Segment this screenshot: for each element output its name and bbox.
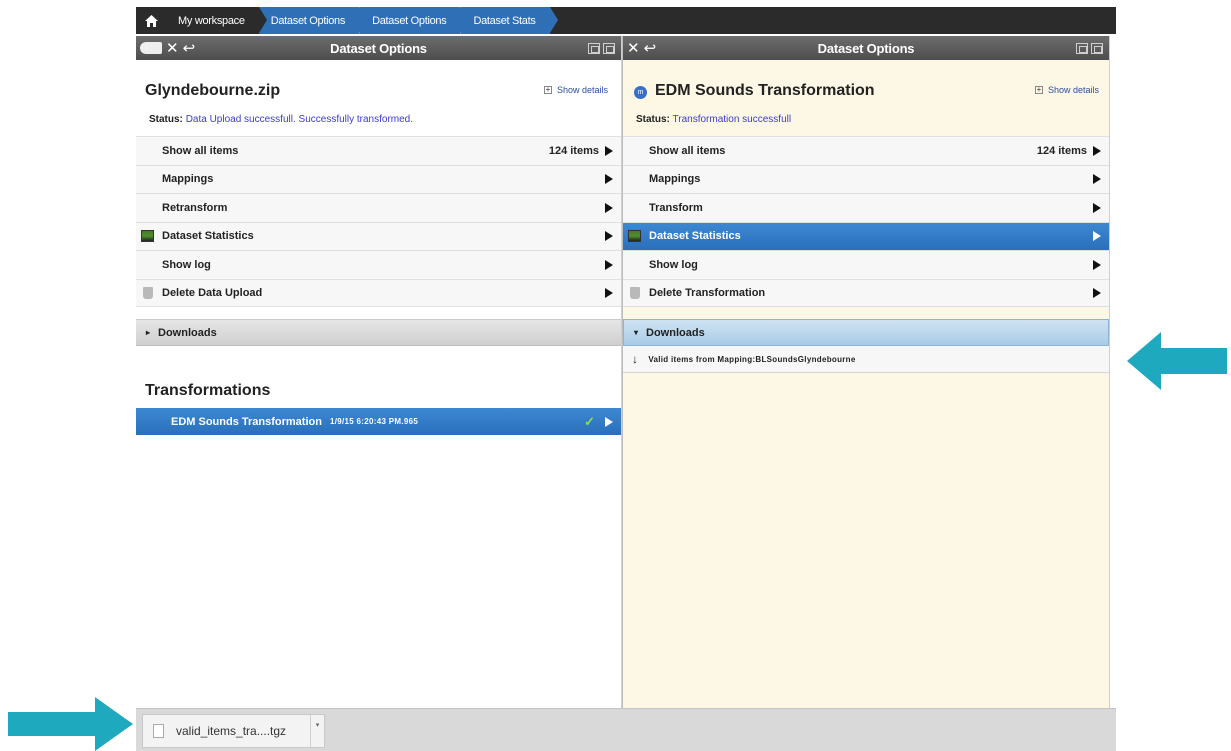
menu-transform[interactable]: Transform xyxy=(623,193,1109,222)
show-details-link[interactable]: + Show details xyxy=(1034,85,1099,95)
left-menu: Show all items 124 items Mappings Retran… xyxy=(136,136,621,307)
menu-show-all-items[interactable]: Show all items 124 items xyxy=(136,136,621,165)
transformations-title: Transformations xyxy=(145,382,271,399)
menu-dataset-statistics[interactable]: Dataset Statistics xyxy=(623,221,1109,250)
breadcrumb-my-workspace[interactable]: My workspace xyxy=(166,7,267,34)
checkmark-icon: ✓ xyxy=(584,413,595,429)
maximize-icon[interactable] xyxy=(588,42,600,54)
dataset-name: Glyndebourne.zip xyxy=(145,82,281,99)
popout-icon[interactable] xyxy=(1091,42,1103,54)
breadcrumb-dataset-options-1[interactable]: Dataset Options xyxy=(258,7,368,34)
menu-show-log[interactable]: Show log xyxy=(136,250,621,279)
breadcrumb-dataset-stats[interactable]: Dataset Stats xyxy=(460,7,558,34)
arrow-right-icon xyxy=(605,416,613,427)
menu-delete-data-upload[interactable]: Delete Data Upload xyxy=(136,278,621,307)
right-pointing-arrow-icon xyxy=(8,697,133,751)
trash-icon xyxy=(630,286,640,299)
tag-icon[interactable] xyxy=(140,42,162,54)
arrow-right-icon xyxy=(605,145,613,156)
caret-right-icon: ▸ xyxy=(146,328,151,337)
menu-delete-transformation[interactable]: Delete Transformation xyxy=(623,278,1109,307)
arrow-right-icon xyxy=(605,202,613,213)
popout-icon[interactable] xyxy=(603,42,615,54)
transformation-title: EDM Sounds Transformation xyxy=(655,82,875,99)
downloads-toggle[interactable]: ▾ Downloads xyxy=(623,319,1109,346)
undo-icon[interactable]: ↩ xyxy=(183,41,196,56)
caret-down-icon: ▾ xyxy=(634,328,639,337)
items-count: 124 items xyxy=(548,144,599,157)
right-panel: ✕ ↩ Dataset Options m EDM Sounds Transfo… xyxy=(622,36,1110,708)
download-arrow-icon: ↓ xyxy=(632,352,639,366)
maximize-icon[interactable] xyxy=(1076,42,1088,54)
menu-dataset-statistics[interactable]: Dataset Statistics xyxy=(136,221,621,250)
file-name: valid_items_tra....tgz xyxy=(176,724,287,738)
breadcrumb-dataset-options-2[interactable]: Dataset Options xyxy=(359,7,469,34)
transformation-item[interactable]: EDM Sounds Transformation 1/9/15 6:20:43… xyxy=(136,408,621,435)
right-panel-title: Dataset Options xyxy=(817,40,915,56)
status-line: Status: Data Upload successfull. Success… xyxy=(149,114,414,125)
file-icon xyxy=(153,724,164,738)
arrow-right-icon xyxy=(1093,259,1101,270)
arrow-right-icon xyxy=(605,259,613,270)
menu-mappings[interactable]: Mappings xyxy=(623,164,1109,193)
transformation-icon: m xyxy=(634,86,647,99)
arrow-right-icon xyxy=(1093,145,1101,156)
left-panel: ✕ ↩ Dataset Options Glyndebourne.zip + S… xyxy=(136,36,622,708)
menu-show-log[interactable]: Show log xyxy=(623,250,1109,279)
undo-icon[interactable]: ↩ xyxy=(644,41,657,56)
left-panel-header: ✕ ↩ Dataset Options xyxy=(136,36,621,60)
arrow-right-icon xyxy=(1093,287,1101,298)
arrow-right-icon xyxy=(605,174,613,185)
trash-icon xyxy=(143,286,153,299)
downloaded-file[interactable]: valid_items_tra....tgz ▾ xyxy=(142,714,325,748)
status-value: Data Upload successfull. Successfully tr… xyxy=(185,114,414,125)
menu-retransform[interactable]: Retransform xyxy=(136,193,621,222)
arrow-right-icon xyxy=(605,287,613,298)
left-panel-title: Dataset Options xyxy=(330,40,427,56)
menu-mappings[interactable]: Mappings xyxy=(136,164,621,193)
items-count: 124 items xyxy=(1036,144,1087,157)
transformation-date: 1/9/15 6:20:43 PM.965 xyxy=(329,417,419,426)
breadcrumb: My workspace Dataset Options Dataset Opt… xyxy=(136,7,1116,34)
downloads-toggle[interactable]: ▸ Downloads xyxy=(136,319,621,346)
home-icon[interactable] xyxy=(136,7,166,34)
show-details-link[interactable]: + Show details xyxy=(543,85,608,95)
chevron-down-icon[interactable]: ▾ xyxy=(310,715,324,747)
menu-show-all-items[interactable]: Show all items 124 items xyxy=(623,136,1109,165)
status-value: Transformation successfull xyxy=(672,114,792,125)
close-icon[interactable]: ✕ xyxy=(166,41,179,56)
close-icon[interactable]: ✕ xyxy=(627,41,640,56)
statistics-icon xyxy=(628,230,641,243)
left-pointing-arrow-icon xyxy=(1127,332,1227,390)
arrow-right-icon xyxy=(1093,174,1101,185)
arrow-right-icon xyxy=(605,231,613,242)
plus-icon: + xyxy=(1034,85,1043,94)
right-menu: Show all items 124 items Mappings Transf… xyxy=(623,136,1109,307)
right-panel-header: ✕ ↩ Dataset Options xyxy=(623,36,1109,60)
statistics-icon xyxy=(141,230,154,243)
arrow-right-icon xyxy=(1093,202,1101,213)
browser-download-bar: valid_items_tra....tgz ▾ xyxy=(136,708,1116,751)
download-valid-items-link[interactable]: ↓ Valid items from Mapping:BLSoundsGlynd… xyxy=(623,346,1109,373)
status-line: Status: Transformation successfull xyxy=(636,114,792,125)
arrow-right-icon xyxy=(1093,231,1101,242)
plus-icon: + xyxy=(543,85,552,94)
